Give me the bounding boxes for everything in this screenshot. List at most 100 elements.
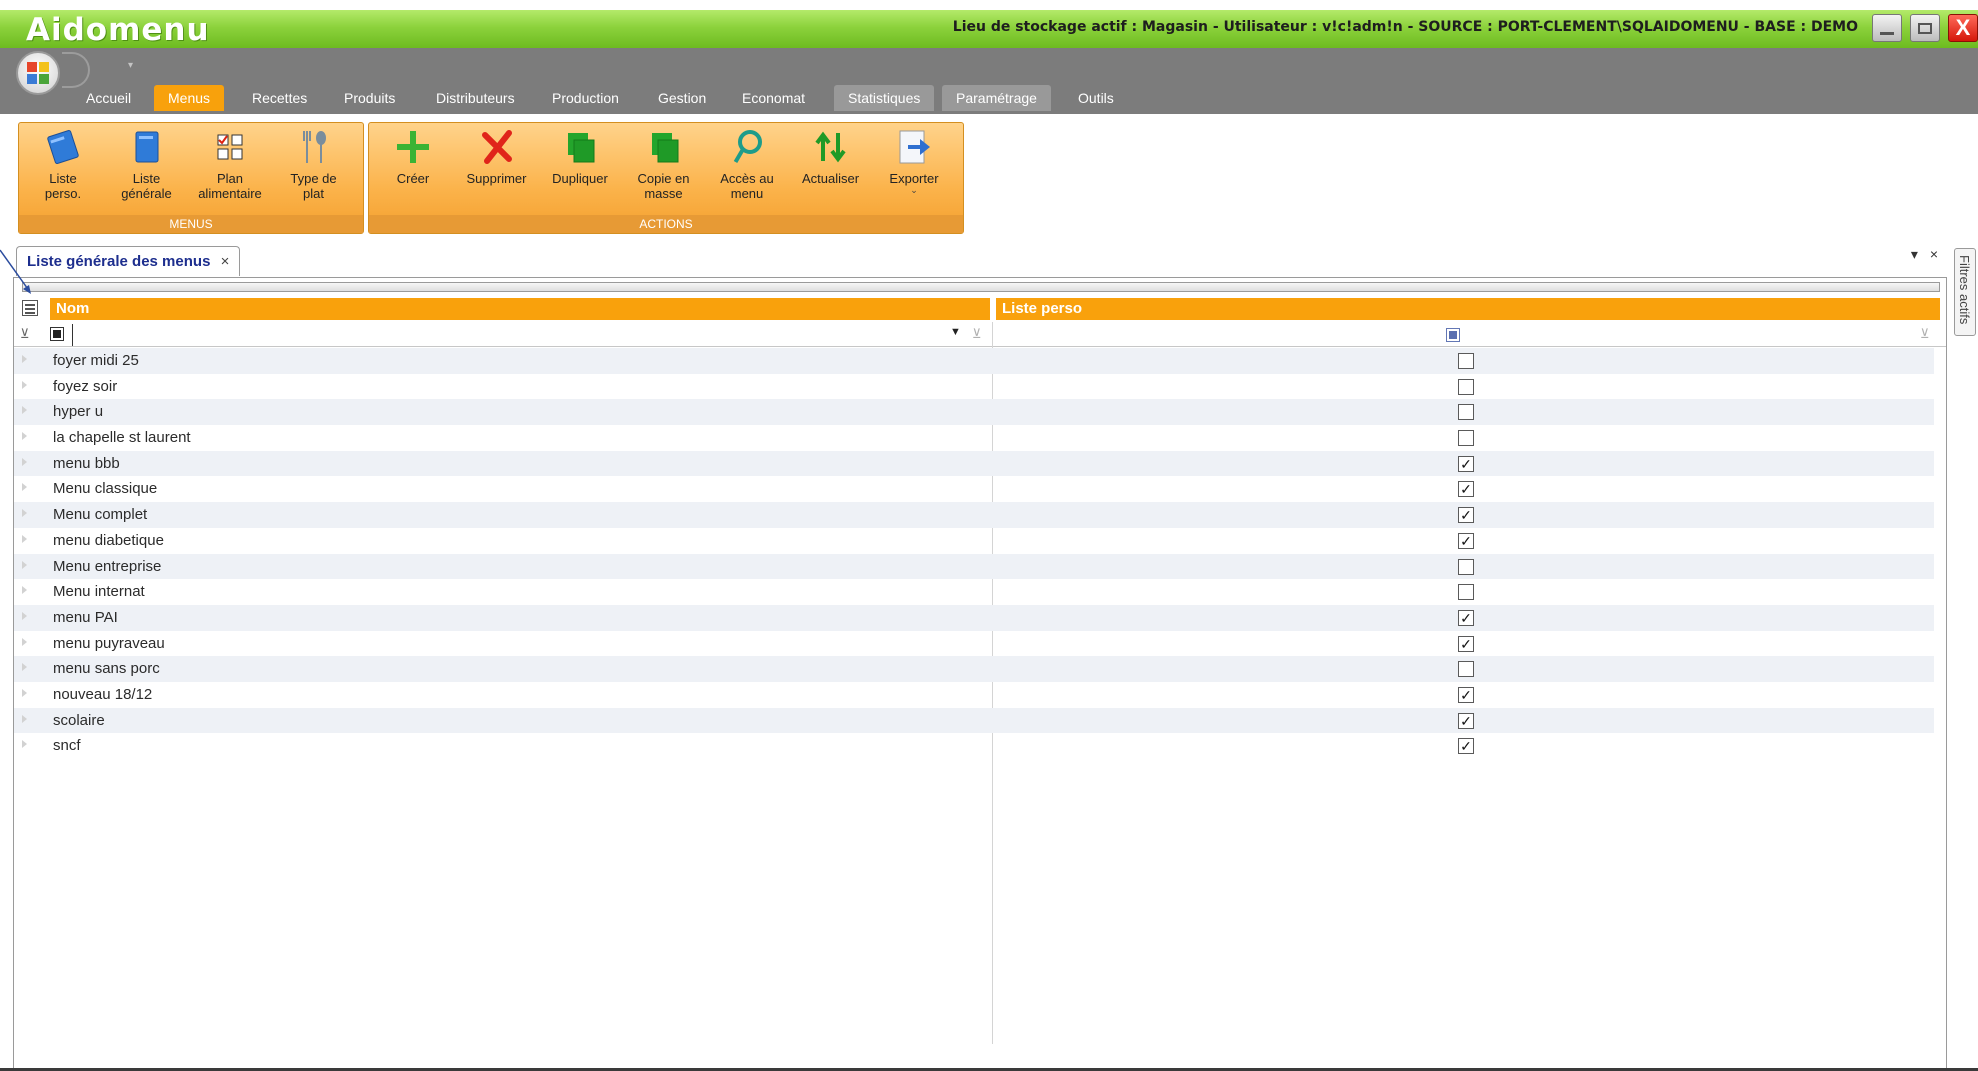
status-info: Lieu de stockage actif : Magasin - Utili… [952,19,1858,35]
quick-access-outline [62,52,90,88]
pane-close-icon[interactable]: × [1930,246,1938,262]
table-row[interactable]: nouveau 18/12 ✓ [14,682,1934,708]
filter-perso-clear-icon[interactable]: ⊻ [1920,326,1930,342]
table-row[interactable]: menu puyraveau ✓ [14,631,1934,657]
table-row[interactable]: Menu classique ✓ [14,476,1934,502]
row-expand-icon[interactable] [22,637,27,646]
liste-perso-checkbox[interactable]: ✓ [1458,507,1474,524]
row-expand-icon[interactable] [22,688,27,697]
ribbon-button-actualiser[interactable]: Actualiser [791,127,871,186]
row-expand-icon[interactable] [22,457,27,466]
liste-perso-checkbox[interactable] [1458,378,1474,395]
liste-perso-checkbox[interactable] [1458,404,1474,421]
table-row[interactable]: menu diabetique ✓ [14,528,1934,554]
filter-nom-input[interactable] [72,324,977,346]
maximize-button[interactable] [1910,14,1940,42]
ribbon-button-plan-alimentaire[interactable]: Plan alimentaire [190,127,270,201]
tab-recettes[interactable]: Recettes [238,85,321,111]
liste-perso-checkbox[interactable] [1458,353,1474,369]
app-menu-orb-icon[interactable] [16,51,60,95]
row-expand-icon[interactable] [22,355,27,363]
filter-nom-dropdown-icon[interactable]: ▼ [950,326,961,338]
ribbon-button-type-de-plat[interactable]: Type de plat [274,127,354,201]
table-row[interactable]: Menu internat [14,579,1934,605]
liste-perso-checkbox[interactable]: ✓ [1458,738,1474,755]
row-expand-icon[interactable] [22,611,27,620]
close-button[interactable]: X [1948,14,1978,42]
liste-perso-checkbox[interactable] [1458,430,1474,447]
ribbon-button-exporter[interactable]: Exporter ⌄ [874,127,954,195]
ribbon-button-liste-perso[interactable]: Liste perso. [23,127,103,201]
filter-funnel-icon[interactable]: ⊻ [20,326,30,342]
ribbon-button-créer[interactable]: Créer [373,127,453,186]
row-expand-icon[interactable] [22,663,27,672]
ribbon-button-copie-en-masse[interactable]: Copie en masse [624,127,704,201]
document-tab-close-icon[interactable]: × [221,253,230,270]
filter-nom-clear-icon[interactable]: ⊻ [972,326,982,342]
liste-perso-checkbox[interactable] [1458,661,1474,678]
tab-statistiques[interactable]: Statistiques [834,85,935,111]
liste-perso-checkbox[interactable]: ✓ [1458,532,1474,549]
tab-menus[interactable]: Menus [154,85,225,111]
row-expand-icon[interactable] [22,432,27,441]
row-expand-icon[interactable] [22,380,27,389]
tab-param-trage[interactable]: Paramétrage [942,85,1051,111]
row-expand-icon[interactable] [22,586,27,595]
table-row[interactable]: Menu complet ✓ [14,502,1934,528]
minimize-button[interactable] [1872,14,1902,42]
tab-gestion[interactable]: Gestion [644,85,720,111]
tab-economat[interactable]: Economat [728,85,819,111]
table-row[interactable]: menu sans porc [14,656,1934,682]
tab-production[interactable]: Production [538,85,633,111]
liste-perso-checkbox[interactable]: ✓ [1458,686,1474,703]
row-expand-icon[interactable] [22,406,27,415]
row-expand-icon[interactable] [22,534,27,543]
table-row[interactable]: la chapelle st laurent [14,425,1934,451]
row-name: menu diabetique [53,531,164,549]
ribbon-button-label: Actualiser [801,171,860,186]
liste-perso-checkbox[interactable]: ✓ [1458,481,1474,498]
table-row[interactable]: Menu entreprise [14,553,1934,580]
row-expand-icon[interactable] [22,483,27,492]
menus-grid: Nom Liste perso ⊻ ▼ ⊻ ⊻ foyer midi 25 foy… [13,277,1947,1071]
column-header-nom[interactable]: Nom [50,298,990,320]
row-expand-icon[interactable] [22,560,27,569]
pane-menu-icon[interactable]: ▾ [1911,246,1918,262]
table-row[interactable]: sncf ✓ [14,733,1934,759]
tab-outils[interactable]: Outils [1064,85,1128,111]
liste-perso-checkbox[interactable] [1458,558,1474,575]
row-name: foyer midi 25 [53,352,139,369]
ribbon-button-supprimer[interactable]: Supprimer [457,127,537,186]
column-header-liste-perso[interactable]: Liste perso [996,298,1940,320]
table-row[interactable]: scolaire ✓ [14,707,1934,734]
quick-access-dropdown-icon[interactable]: ▾ [128,60,133,71]
ribbon-button-dupliquer[interactable]: Dupliquer [540,127,620,186]
row-expand-icon[interactable] [22,509,27,518]
active-filters-sidetab[interactable]: Filtres actifs [1954,248,1976,336]
export-dropdown-icon[interactable]: ⌄ [874,186,954,195]
cutlery-icon [294,127,334,167]
ribbon-group-menus: Liste perso. Liste générale Plan alimentai… [18,122,364,234]
document-tab[interactable]: Liste générale des menus × [16,246,241,276]
tab-produits[interactable]: Produits [330,85,409,111]
liste-perso-checkbox[interactable] [1458,584,1474,601]
table-row[interactable]: foyer midi 25 [14,348,1934,374]
liste-perso-checkbox[interactable]: ✓ [1458,712,1474,729]
table-row[interactable]: menu bbb ✓ [14,450,1934,477]
liste-perso-checkbox[interactable]: ✓ [1458,455,1474,472]
table-row[interactable]: menu PAI ✓ [14,604,1934,631]
liste-perso-checkbox[interactable]: ✓ [1458,609,1474,626]
tab-distributeurs[interactable]: Distributeurs [422,85,529,111]
group-by-panel[interactable] [22,282,1940,292]
ribbon-button-accès-au-menu[interactable]: Accès au menu [707,127,787,201]
row-expand-icon[interactable] [22,714,27,723]
filter-nom-checkbox[interactable] [50,327,64,341]
ribbon-button-liste-générale[interactable]: Liste générale [107,127,187,201]
column-chooser-icon[interactable] [22,300,38,316]
table-row[interactable]: hyper u [14,399,1934,426]
filter-perso-checkbox[interactable] [1446,328,1460,342]
row-expand-icon[interactable] [22,740,27,749]
tab-accueil[interactable]: Accueil [72,85,145,111]
liste-perso-checkbox[interactable]: ✓ [1458,635,1474,652]
table-row[interactable]: foyez soir [14,374,1934,400]
